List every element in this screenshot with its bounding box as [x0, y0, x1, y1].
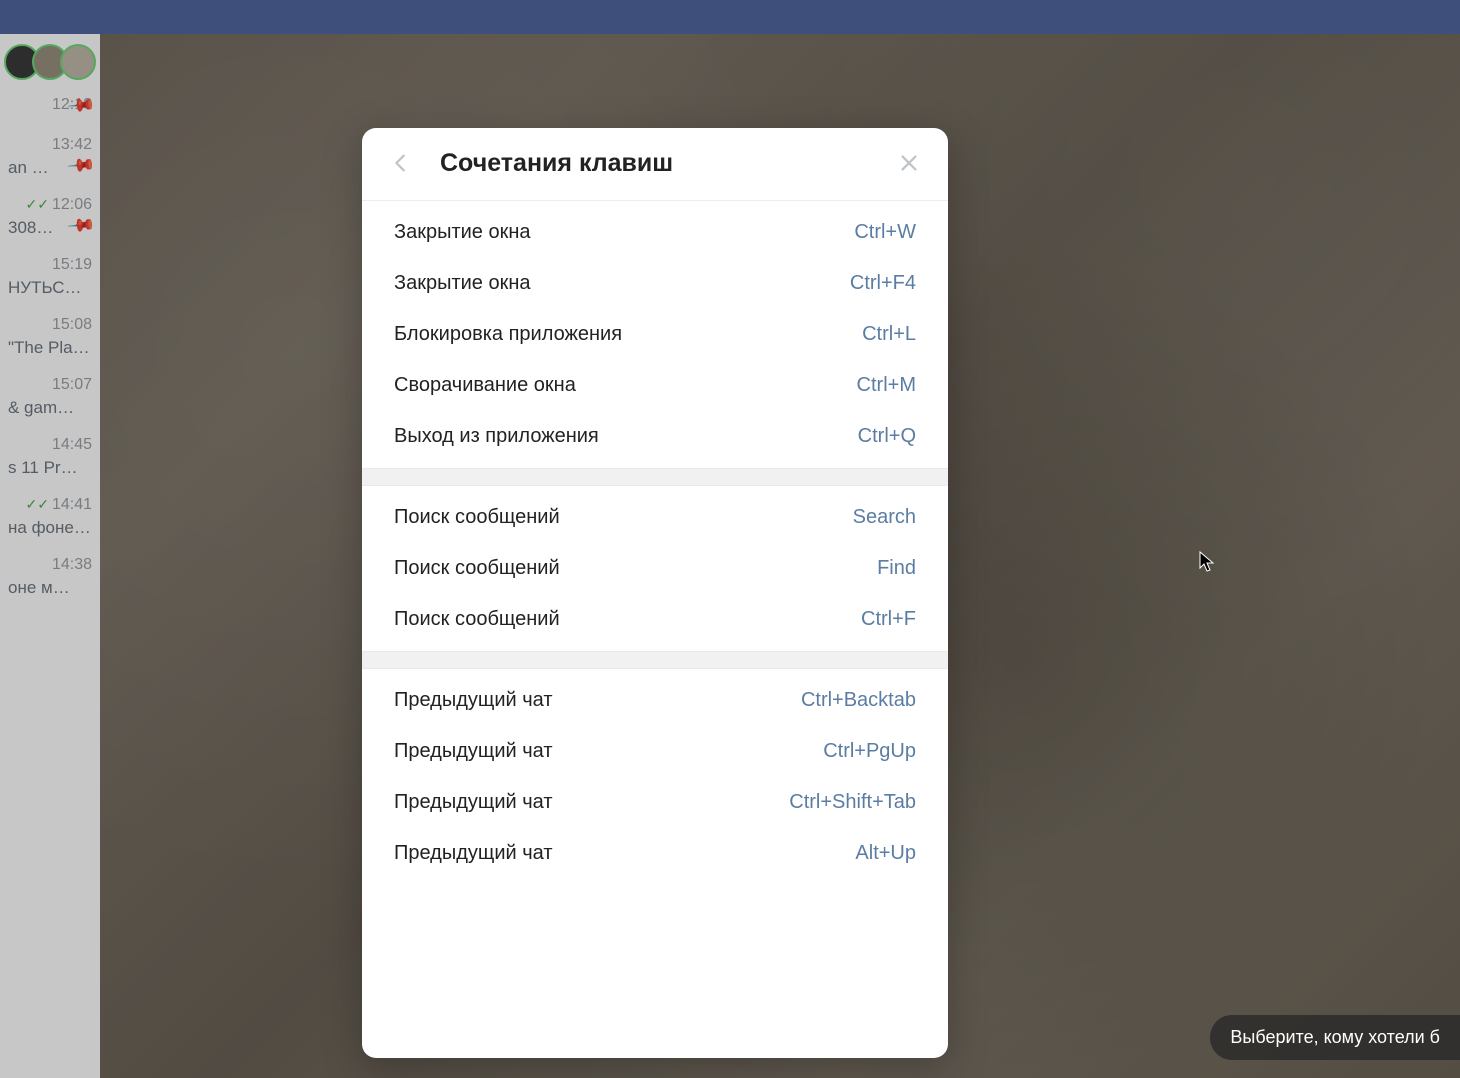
shortcut-label: Поиск сообщений: [394, 608, 560, 631]
forward-tooltip: Выберите, кому хотели б: [1210, 1015, 1460, 1060]
shortcut-key: Search: [853, 506, 916, 529]
close-icon: [898, 152, 920, 174]
dialog-header: Сочетания клавиш: [362, 128, 948, 201]
shortcut-row[interactable]: Предыдущий чат Ctrl+PgUp: [362, 726, 948, 777]
shortcut-label: Блокировка приложения: [394, 323, 622, 346]
shortcut-key: Ctrl+Shift+Tab: [789, 791, 916, 814]
shortcut-label: Предыдущий чат: [394, 689, 553, 712]
shortcut-row[interactable]: Блокировка приложения Ctrl+L: [362, 309, 948, 360]
shortcut-label: Закрытие окна: [394, 221, 531, 244]
shortcut-row[interactable]: Сворачивание окна Ctrl+M: [362, 360, 948, 411]
shortcut-label: Поиск сообщений: [394, 506, 560, 529]
shortcut-key: Ctrl+F: [861, 608, 916, 631]
shortcut-key: Ctrl+PgUp: [823, 740, 916, 763]
shortcut-row[interactable]: Поиск сообщений Find: [362, 543, 948, 594]
shortcut-key: Ctrl+Q: [858, 425, 916, 448]
shortcut-row[interactable]: Поиск сообщений Ctrl+F: [362, 594, 948, 645]
dialog-title: Сочетания клавиш: [416, 149, 894, 178]
shortcut-key: Ctrl+W: [854, 221, 916, 244]
shortcut-label: Закрытие окна: [394, 272, 531, 295]
shortcut-key: Alt+Up: [855, 842, 916, 865]
shortcut-section: Закрытие окна Ctrl+W Закрытие окна Ctrl+F4 Б…: [362, 201, 948, 468]
shortcut-row[interactable]: Предыдущий чат Alt+Up: [362, 828, 948, 879]
shortcut-key: Find: [877, 557, 916, 580]
section-divider: [362, 468, 948, 486]
shortcut-label: Предыдущий чат: [394, 842, 553, 865]
shortcut-label: Предыдущий чат: [394, 740, 553, 763]
arrow-left-icon: [390, 152, 412, 174]
app-root: 12:18📌13:42an …📌✓✓12:06308…📌15:19НУТЬСЯ……: [0, 34, 1460, 1078]
shortcut-row[interactable]: Закрытие окна Ctrl+W: [362, 207, 948, 258]
close-button[interactable]: [894, 148, 924, 178]
shortcut-row[interactable]: Выход из приложения Ctrl+Q: [362, 411, 948, 462]
shortcut-row[interactable]: Закрытие окна Ctrl+F4: [362, 258, 948, 309]
shortcut-key: Ctrl+F4: [850, 272, 916, 295]
shortcut-label: Выход из приложения: [394, 425, 599, 448]
shortcuts-dialog: Сочетания клавиш Закрытие окнаCtrl+WЗакр…: [362, 128, 948, 1058]
back-button[interactable]: [386, 148, 416, 178]
shortcut-section: Предыдущий чатCtrl+BacktabПредыдущий чат…: [362, 669, 948, 885]
shortcut-row[interactable]: Предыдущий чат Ctrl+Shift+Tab: [362, 777, 948, 828]
shortcut-row[interactable]: Предыдущий чат Ctrl+Backtab: [362, 675, 948, 726]
shortcut-row[interactable]: Поиск сообщений Search: [362, 492, 948, 543]
shortcut-key: Ctrl+Backtab: [801, 689, 916, 712]
dialog-body[interactable]: Закрытие окна Ctrl+W Закрытие окна Ctrl+F4 Б…: [362, 201, 948, 1058]
shortcut-label: Поиск сообщений: [394, 557, 560, 580]
shortcut-section: Поиск сообщений Search Поиск сообщений Find…: [362, 486, 948, 651]
window-titlebar: [0, 0, 1460, 34]
section-divider: [362, 651, 948, 669]
shortcut-label: Предыдущий чат: [394, 791, 553, 814]
shortcut-key: Ctrl+M: [857, 374, 916, 397]
shortcut-label: Сворачивание окна: [394, 374, 576, 397]
shortcut-key: Ctrl+L: [862, 323, 916, 346]
